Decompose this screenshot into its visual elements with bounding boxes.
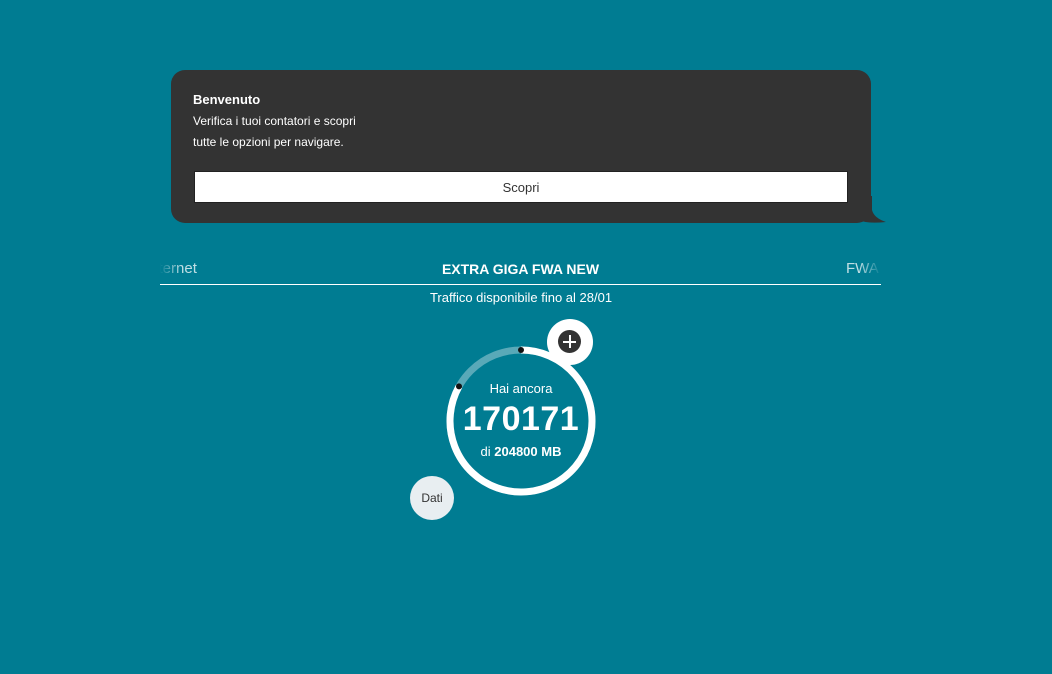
total-prefix: di	[480, 444, 491, 459]
welcome-title: Benvenuto	[193, 92, 261, 107]
total-data-value: 204800 MB	[494, 444, 562, 459]
remaining-data-value: 170171	[462, 400, 580, 438]
plus-circle-icon	[558, 330, 581, 353]
traffic-availability-text: Traffico disponibile fino al 28/01	[429, 290, 613, 305]
add-option-button[interactable]	[547, 319, 593, 365]
welcome-text-line-2: tutte le opzioni per navigare.	[193, 135, 344, 149]
gauge-caption: Hai ancora	[489, 381, 553, 396]
total-data-label: di 204800 MB	[446, 444, 596, 459]
scopri-button[interactable]: Scopri	[194, 171, 848, 203]
tabs-fade-left	[160, 256, 182, 284]
welcome-text-line-1: Verifica i tuoi contatori e scopri	[193, 114, 356, 128]
gauge-marker-start	[518, 347, 524, 353]
dati-button[interactable]: Dati	[410, 476, 454, 520]
tab-extra-giga-fwa-new[interactable]: EXTRA GIGA FWA NEW	[160, 261, 881, 277]
tabs-fade-right	[859, 256, 881, 284]
tooltip-tail	[858, 196, 886, 223]
offer-tabs: Internet EXTRA GIGA FWA NEW FWA Outdoor	[160, 256, 881, 285]
page: Benvenuto Verifica i tuoi contatori e sc…	[0, 0, 1052, 674]
welcome-tooltip: Benvenuto Verifica i tuoi contatori e sc…	[171, 70, 871, 223]
